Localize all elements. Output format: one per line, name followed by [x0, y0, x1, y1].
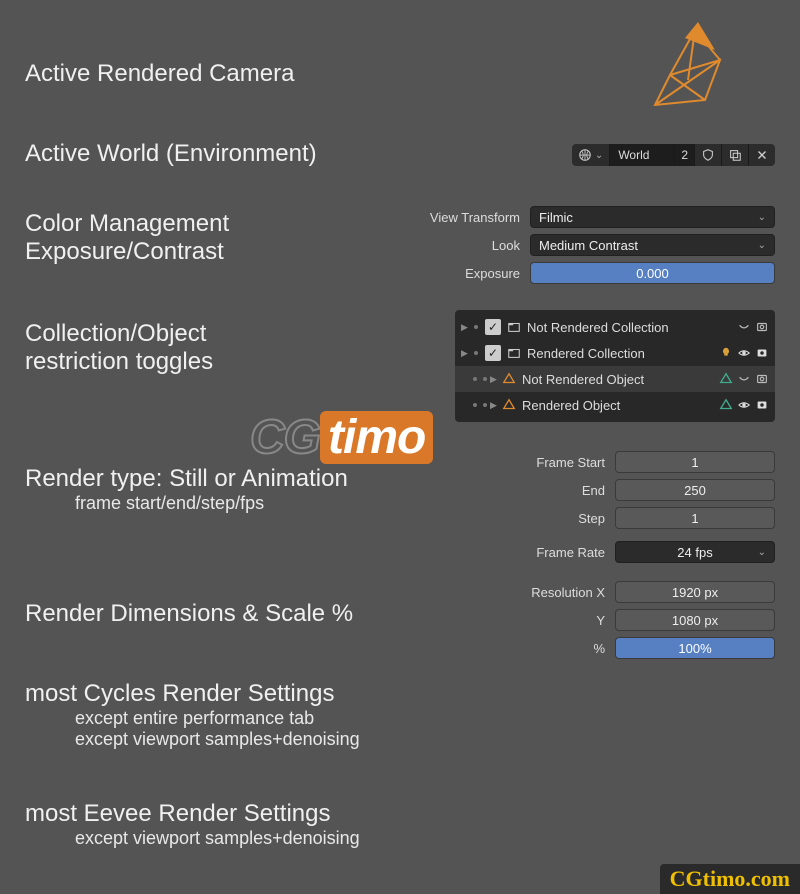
world-datablock-selector[interactable]: ⌄ World 2: [572, 144, 775, 166]
frame-end-field[interactable]: 250: [615, 479, 775, 501]
disclosure-triangle-icon[interactable]: ▶: [490, 400, 500, 411]
outliner-item-name[interactable]: Rendered Object: [518, 398, 719, 413]
close-icon: [755, 148, 769, 162]
res-pct-label: %: [475, 641, 605, 656]
outliner-row[interactable]: ▶ Rendered Object: [455, 392, 775, 418]
sub-cycles-1: except entire performance tab: [25, 708, 360, 729]
shield-icon: [701, 148, 715, 162]
look-label: Look: [405, 238, 520, 253]
hierarchy-dot-icon: [474, 325, 478, 329]
look-value: Medium Contrast: [539, 238, 638, 253]
disclosure-triangle-icon[interactable]: ▶: [461, 322, 471, 333]
world-users-count[interactable]: 2: [675, 144, 695, 166]
res-y-label: Y: [475, 613, 605, 628]
sub-eevee-1: except viewport samples+denoising: [25, 828, 360, 849]
render-toggle-icon[interactable]: [755, 372, 769, 386]
world-name-field[interactable]: World: [610, 144, 675, 166]
frame-step-field[interactable]: 1: [615, 507, 775, 529]
frame-rate-value: 24 fps: [677, 545, 712, 560]
frame-start-field[interactable]: 1: [615, 451, 775, 473]
hierarchy-dot-icon: [473, 377, 477, 381]
corner-watermark: CGtimo.com: [660, 864, 800, 894]
heading-collection-2: restriction toggles: [25, 348, 213, 376]
frame-step-label: Step: [475, 511, 605, 526]
exposure-field[interactable]: 0.000: [530, 262, 775, 284]
collection-icon: [505, 320, 523, 334]
exposure-label: Exposure: [405, 266, 520, 281]
heading-camera: Active Rendered Camera: [25, 60, 294, 88]
heading-eevee: most Eevee Render Settings: [25, 800, 360, 828]
view-transform-value: Filmic: [539, 210, 573, 225]
watermark-cgtimo: CGtimo: [250, 410, 433, 465]
fake-user-button[interactable]: [695, 144, 722, 166]
outliner-row[interactable]: ▶ ✓ Rendered Collection: [455, 340, 775, 366]
outliner-item-name[interactable]: Not Rendered Collection: [523, 320, 737, 335]
heading-cycles: most Cycles Render Settings: [25, 680, 360, 708]
chevron-down-icon: ⌄: [758, 547, 766, 558]
heading-world: Active World (Environment): [25, 140, 317, 168]
unlink-world-button[interactable]: [749, 144, 775, 166]
mesh-data-icon[interactable]: [719, 398, 733, 412]
heading-render-type: Render type: Still or Animation: [25, 465, 348, 493]
chevron-down-icon[interactable]: [737, 320, 751, 334]
mesh-data-icon[interactable]: [719, 372, 733, 386]
chevron-down-icon: ⌄: [595, 150, 603, 161]
outliner-item-name[interactable]: Not Rendered Object: [518, 372, 719, 387]
res-x-label: Resolution X: [475, 585, 605, 600]
exclude-checkbox[interactable]: ✓: [485, 345, 501, 361]
render-toggle-icon[interactable]: [755, 346, 769, 360]
look-dropdown[interactable]: Medium Contrast ⌄: [530, 234, 775, 256]
chevron-down-icon: ⌄: [758, 212, 766, 223]
frame-rate-dropdown[interactable]: 24 fps ⌄: [615, 541, 775, 563]
view-transform-label: View Transform: [405, 210, 520, 225]
res-x-field[interactable]: 1920 px: [615, 581, 775, 603]
chevron-down-icon[interactable]: [737, 372, 751, 386]
hierarchy-dot-icon: [483, 377, 487, 381]
lightbulb-icon[interactable]: [719, 346, 733, 360]
new-world-button[interactable]: [722, 144, 749, 166]
heading-dimensions: Render Dimensions & Scale %: [25, 600, 353, 628]
hierarchy-dot-icon: [473, 403, 477, 407]
world-browse-button[interactable]: ⌄: [572, 144, 610, 166]
mesh-icon: [500, 372, 518, 386]
frame-rate-label: Frame Rate: [475, 545, 605, 560]
frame-end-label: End: [475, 483, 605, 498]
outliner-panel: ▶ ✓ Not Rendered Collection ▶ ✓ Rendered…: [455, 310, 775, 422]
res-pct-field[interactable]: 100%: [615, 637, 775, 659]
view-transform-dropdown[interactable]: Filmic ⌄: [530, 206, 775, 228]
heading-color-mgmt-1: Color Management: [25, 210, 229, 238]
duplicate-icon: [728, 148, 742, 162]
chevron-down-icon: ⌄: [758, 240, 766, 251]
eye-icon[interactable]: [737, 398, 751, 412]
hierarchy-dot-icon: [483, 403, 487, 407]
render-toggle-icon[interactable]: [755, 398, 769, 412]
heading-collection-1: Collection/Object: [25, 320, 213, 348]
render-toggle-icon[interactable]: [755, 320, 769, 334]
res-y-field[interactable]: 1080 px: [615, 609, 775, 631]
subheading-render-type: frame start/end/step/fps: [25, 493, 348, 514]
heading-color-mgmt-2: Exposure/Contrast: [25, 238, 229, 266]
hierarchy-dot-icon: [474, 351, 478, 355]
eye-icon[interactable]: [737, 346, 751, 360]
outliner-row[interactable]: ▶ ✓ Not Rendered Collection: [455, 314, 775, 340]
outliner-row[interactable]: ▶ Not Rendered Object: [455, 366, 775, 392]
disclosure-triangle-icon[interactable]: ▶: [490, 374, 500, 385]
camera-logo-icon: [620, 20, 740, 125]
disclosure-triangle-icon[interactable]: ▶: [461, 348, 471, 359]
sub-cycles-2: except viewport samples+denoising: [25, 729, 360, 750]
collection-icon: [505, 346, 523, 360]
frame-start-label: Frame Start: [475, 455, 605, 470]
mesh-icon: [500, 398, 518, 412]
exclude-checkbox[interactable]: ✓: [485, 319, 501, 335]
outliner-item-name[interactable]: Rendered Collection: [523, 346, 719, 361]
globe-icon: [578, 148, 592, 162]
